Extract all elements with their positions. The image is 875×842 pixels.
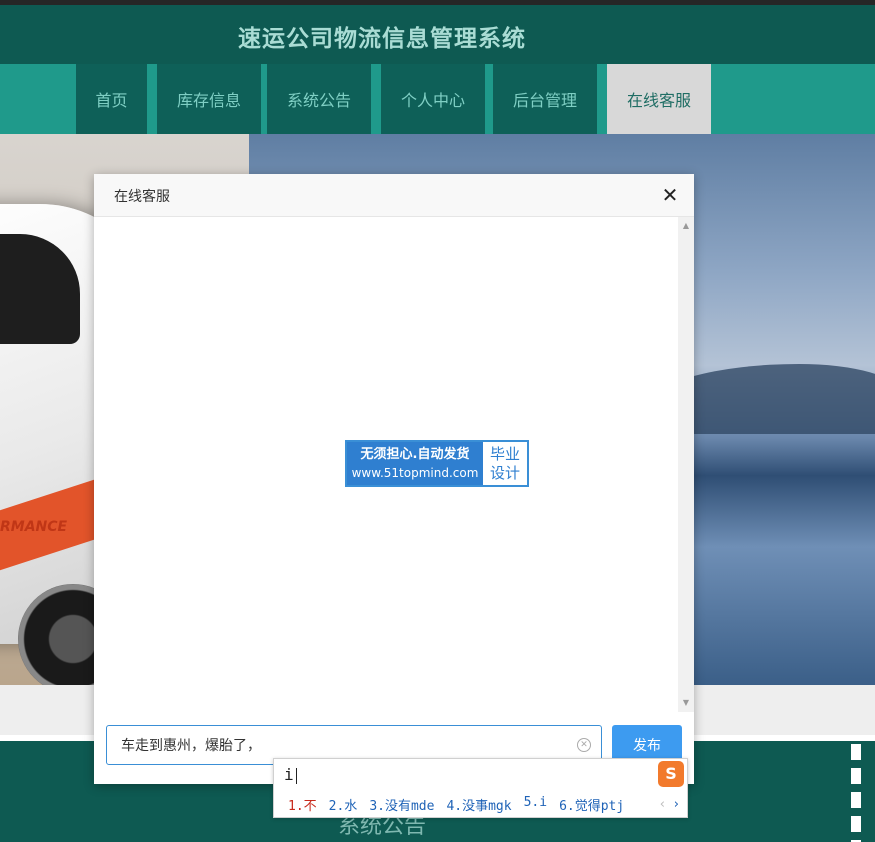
nav-item-admin[interactable]: 后台管理: [493, 64, 597, 134]
ime-composition-text: i: [284, 765, 297, 784]
watermark-right-bottom: 设计: [489, 463, 520, 482]
ime-prev-page-icon[interactable]: ‹: [660, 797, 665, 812]
online-service-dialog: 在线客服 ✕ 无须担心.自动发货 www.51topmind.com 毕业 设计…: [94, 174, 694, 784]
nav-item-profile[interactable]: 个人中心: [381, 64, 485, 134]
clear-input-icon[interactable]: ✕: [577, 738, 591, 752]
ime-candidate[interactable]: 1.不: [288, 795, 317, 814]
watermark-left: 无须担心.自动发货 www.51topmind.com: [347, 442, 483, 485]
site-header: 速运公司物流信息管理系统: [0, 5, 875, 64]
nav-item-inventory[interactable]: 库存信息: [157, 64, 261, 134]
watermark-badge: 无须担心.自动发货 www.51topmind.com 毕业 设计: [345, 440, 529, 487]
dialog-header: 在线客服 ✕: [94, 174, 694, 217]
ime-candidate[interactable]: 2.水: [329, 795, 358, 814]
site-title: 速运公司物流信息管理系统: [238, 26, 526, 52]
chat-scrollbar[interactable]: ▲ ▼: [678, 217, 694, 712]
watermark-right: 毕业 设计: [483, 442, 527, 485]
nav-item-home[interactable]: 首页: [76, 64, 147, 134]
dialog-title: 在线客服: [114, 189, 170, 205]
scroll-down-arrow-icon[interactable]: ▼: [678, 696, 694, 710]
ime-candidate-list: 1.不 2.水 3.没有mde 4.没事mgk 5.i 6.觉得ptj: [288, 795, 636, 814]
nav-item-announcements[interactable]: 系统公告: [267, 64, 371, 134]
dashed-border: [851, 744, 861, 842]
ime-candidate[interactable]: 4.没事mgk: [446, 795, 511, 814]
nav-item-online-service[interactable]: 在线客服: [607, 64, 711, 134]
chat-message-area: 无须担心.自动发货 www.51topmind.com 毕业 设计: [94, 217, 678, 712]
watermark-line1: 无须担心.自动发货: [360, 447, 470, 462]
watermark-right-top: 毕业: [489, 444, 520, 463]
close-icon[interactable]: ✕: [660, 185, 680, 205]
main-nav: 首页 库存信息 系统公告 个人中心 后台管理 在线客服: [0, 64, 875, 134]
car-text: RMANCE: [0, 519, 68, 535]
ime-candidate-window: i S 1.不 2.水 3.没有mde 4.没事mgk 5.i 6.觉得ptj …: [273, 758, 688, 818]
watermark-line2: www.51topmind.com: [351, 466, 479, 480]
ime-logo-icon[interactable]: S: [658, 761, 684, 787]
ime-next-page-icon[interactable]: ›: [674, 797, 679, 812]
ime-candidate[interactable]: 6.觉得ptj: [559, 795, 624, 814]
scroll-up-arrow-icon[interactable]: ▲: [678, 219, 694, 233]
ime-candidate[interactable]: 3.没有mde: [369, 795, 434, 814]
ime-candidate[interactable]: 5.i: [524, 795, 547, 814]
